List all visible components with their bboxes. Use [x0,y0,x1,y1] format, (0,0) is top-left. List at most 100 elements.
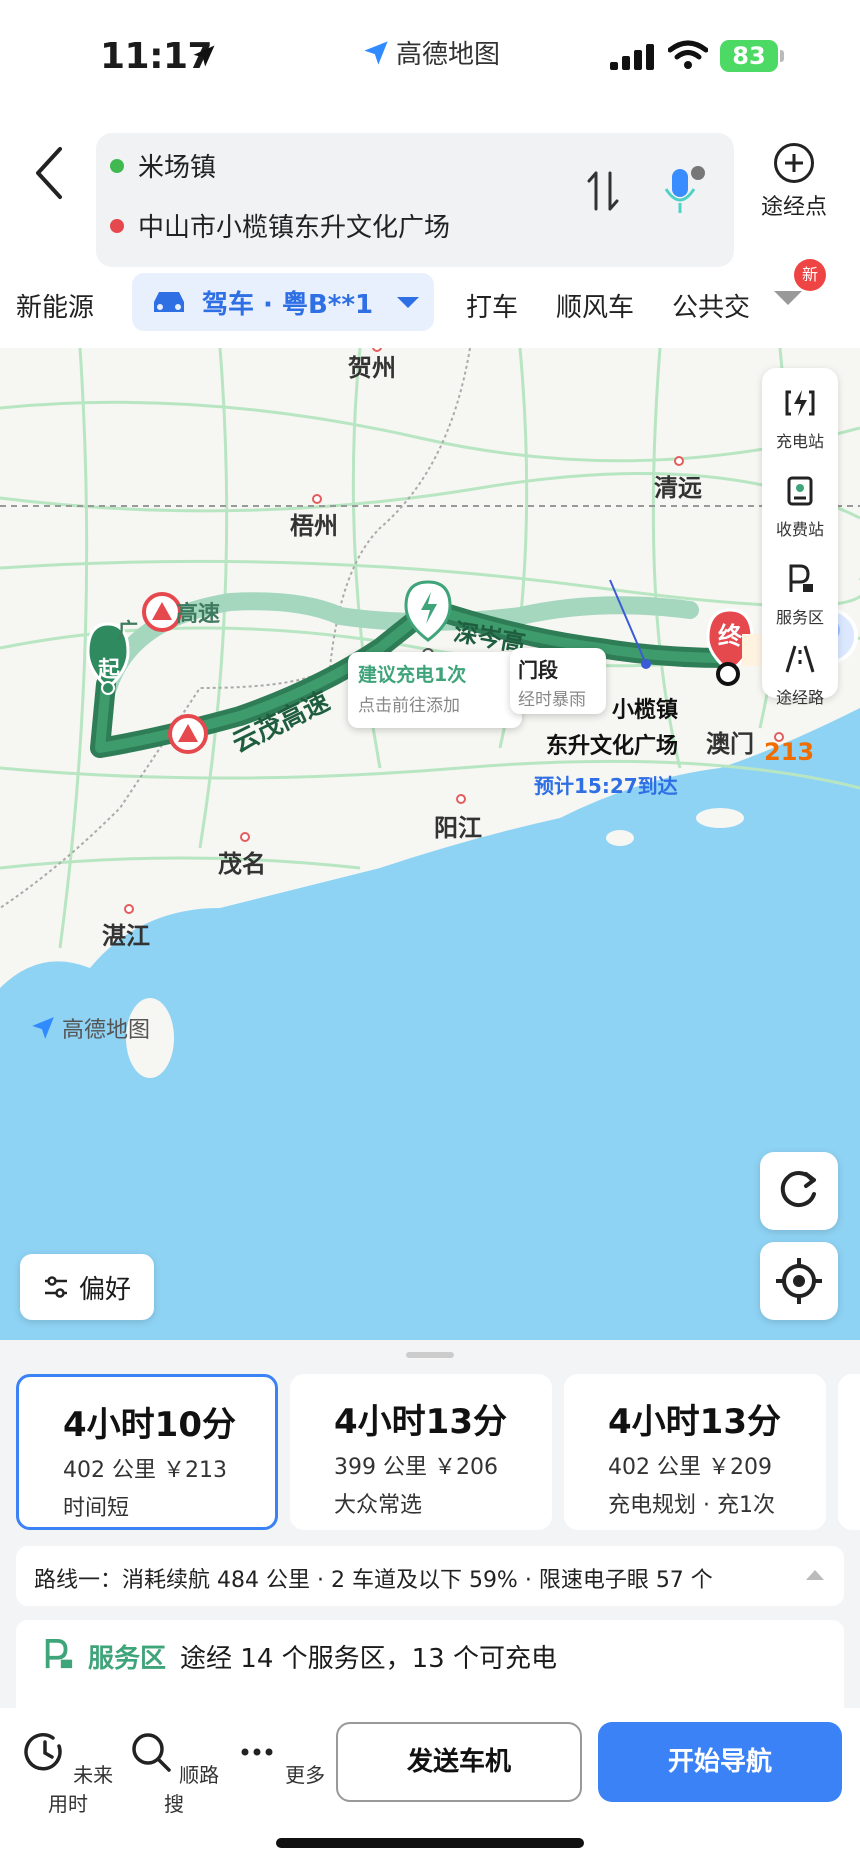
start-marker[interactable]: 起 [98,652,120,684]
charging-station-icon [785,390,815,416]
destination-town-label: 小榄镇 [612,698,679,723]
map-watermark: 高德地图 [30,1012,150,1044]
microphone-icon[interactable] [662,163,706,219]
home-indicator [276,1838,584,1848]
road-icon [785,645,815,673]
mode-drive[interactable]: 驾车 · 粤B**1 [132,273,434,331]
search-icon [132,1733,171,1772]
tool-toll-label: 收费站 [775,520,824,539]
route-info-line[interactable]: 路线一：消耗续航 484 公里 · 2 车道及以下 59% · 限速电子眼 57… [16,1546,844,1606]
destination-place-label: 东升文化广场 [546,734,679,759]
along-route-search-label: 顺路搜 [164,1763,220,1816]
city-yangjiang: 阳江 [434,814,482,842]
add-waypoint-button[interactable]: 途经点 [754,143,834,221]
map-canvas [0,348,860,1340]
route-tag: 时间短 [63,1496,130,1521]
route-input-box[interactable]: 米场镇 中山市小榄镇东升文化广场 [96,133,734,267]
route-option-peek[interactable] [838,1374,860,1530]
chevron-up-icon [806,1570,824,1580]
bottom-action-bar: 未来用时 顺路搜 更多 发送车机 开始导航 [0,1708,860,1864]
amap-logo-icon [364,40,388,65]
route-distance-cost: 399 公里 ￥206 [334,1455,498,1480]
map-tool-panel: 充电站 收费站 服务区 途经路 [762,368,838,707]
tool-waypoint-road[interactable]: 途经路 [762,642,838,708]
status-bar: 11:17 高德地图 83 [0,0,860,115]
construction-icon [168,714,208,754]
car-icon [154,292,184,312]
service-area-summary[interactable]: 服务区 途经 14 个服务区，13 个可充电 [16,1620,844,1708]
mode-transit[interactable]: 公共交 [672,287,750,324]
clock-icon [24,1733,62,1771]
route-option-2[interactable]: 4小时13分 399 公里 ￥206 大众常选 [290,1374,552,1530]
swap-icon[interactable] [586,167,620,215]
cost-chip[interactable]: 213 [764,738,814,766]
more-modes-icon[interactable] [774,291,802,305]
city-maoming: 茂名 [218,850,266,878]
refresh-icon [780,1171,816,1208]
status-app: 高德地图 [362,34,500,71]
route-distance-cost: 402 公里 ￥209 [608,1455,772,1480]
start-navigation-button[interactable]: 开始导航 [598,1722,842,1802]
city-dot-icon [124,904,134,914]
destination-row[interactable]: 中山市小榄镇东升文化广场 [110,207,450,244]
battery-indicator: 83 [720,40,784,72]
tool-service-label: 服务区 [775,608,824,627]
mode-new-energy[interactable]: 新能源 [16,287,94,324]
map-view[interactable]: 贺州 梧州 清远 澳门 阳江 茂名 湛江 云茂高速 深岑高 高速 广 起 终 2… [0,348,860,1340]
service-area-icon [45,1638,73,1669]
route-info-text: 路线一：消耗续航 484 公里 · 2 车道及以下 59% · 限速电子眼 57… [34,1568,713,1593]
charge-suggestion-tip[interactable]: 建议充电1次 点击前往添加 [348,652,522,728]
mode-taxi[interactable]: 打车 [466,287,518,324]
origin-text: 米场镇 [138,153,217,183]
service-text: 途经 14 个服务区，13 个可充电 [180,1644,557,1674]
locate-button[interactable] [760,1242,838,1320]
location-arrow-icon [193,45,215,67]
waypoint-label: 途经点 [760,195,827,220]
tool-waypoint-road-label: 途经路 [775,688,824,707]
locate-icon [776,1258,822,1304]
mode-drive-label: 驾车 · 粤B**1 [202,289,374,320]
more-label: 更多 [285,1763,326,1787]
preference-button[interactable]: 偏好 [20,1254,154,1320]
back-arrow-icon[interactable] [30,143,66,203]
city-wuzhou: 梧州 [290,512,338,540]
along-route-search-button[interactable]: 顺路搜 [124,1730,224,1817]
charge-tip-title: 建议充电1次 [358,664,467,686]
service-title: 服务区 [88,1644,167,1674]
toll-station-icon [787,476,813,506]
sheet-handle[interactable] [406,1352,454,1358]
weather-tip[interactable]: 门段 经时暴雨 [510,648,606,714]
future-time-button[interactable]: 未来用时 [18,1730,118,1817]
origin-dot-icon [110,158,124,173]
wifi-icon [668,40,708,69]
end-marker[interactable]: 终 [718,616,742,651]
amap-logo-icon [32,1017,54,1039]
tool-charging-station[interactable]: 充电站 [762,386,838,452]
more-dots-icon [241,1748,273,1756]
status-app-name: 高德地图 [396,40,501,70]
origin-row[interactable]: 米场镇 [110,147,216,184]
tool-toll-station[interactable]: 收费站 [762,474,838,540]
refresh-button[interactable] [760,1152,838,1230]
road-label: 广 [118,618,138,642]
send-to-car-button[interactable]: 发送车机 [336,1722,582,1802]
route-option-1[interactable]: 4小时10分 402 公里 ￥213 时间短 [16,1374,278,1530]
sliders-icon [44,1276,67,1298]
route-option-3[interactable]: 4小时13分 402 公里 ￥209 充电规划 · 充1次 [564,1374,826,1530]
route-header: 米场镇 中山市小榄镇东升文化广场 途经点 新能源 驾车 · 粤B**1 打车 顺… [0,115,860,348]
construction-icon [142,592,182,632]
route-duration: 4小时13分 [334,1402,507,1442]
new-badge: 新 [794,259,826,291]
route-duration: 4小时13分 [608,1402,781,1442]
mode-carpool[interactable]: 顺风车 [556,287,634,324]
cellular-signal-icon [610,44,654,70]
service-area-icon [789,564,813,592]
charge-tip-subtitle: 点击前往添加 [358,696,460,716]
more-button[interactable]: 更多 [230,1730,330,1788]
tool-charging-label: 充电站 [775,432,824,451]
tool-service-area[interactable]: 服务区 [762,562,838,628]
destination-dot-icon [110,218,124,233]
preference-label: 偏好 [78,1274,131,1305]
city-macau: 澳门 [706,730,754,758]
travel-mode-bar: 新能源 驾车 · 粤B**1 打车 顺风车 公共交 新 [0,259,860,343]
